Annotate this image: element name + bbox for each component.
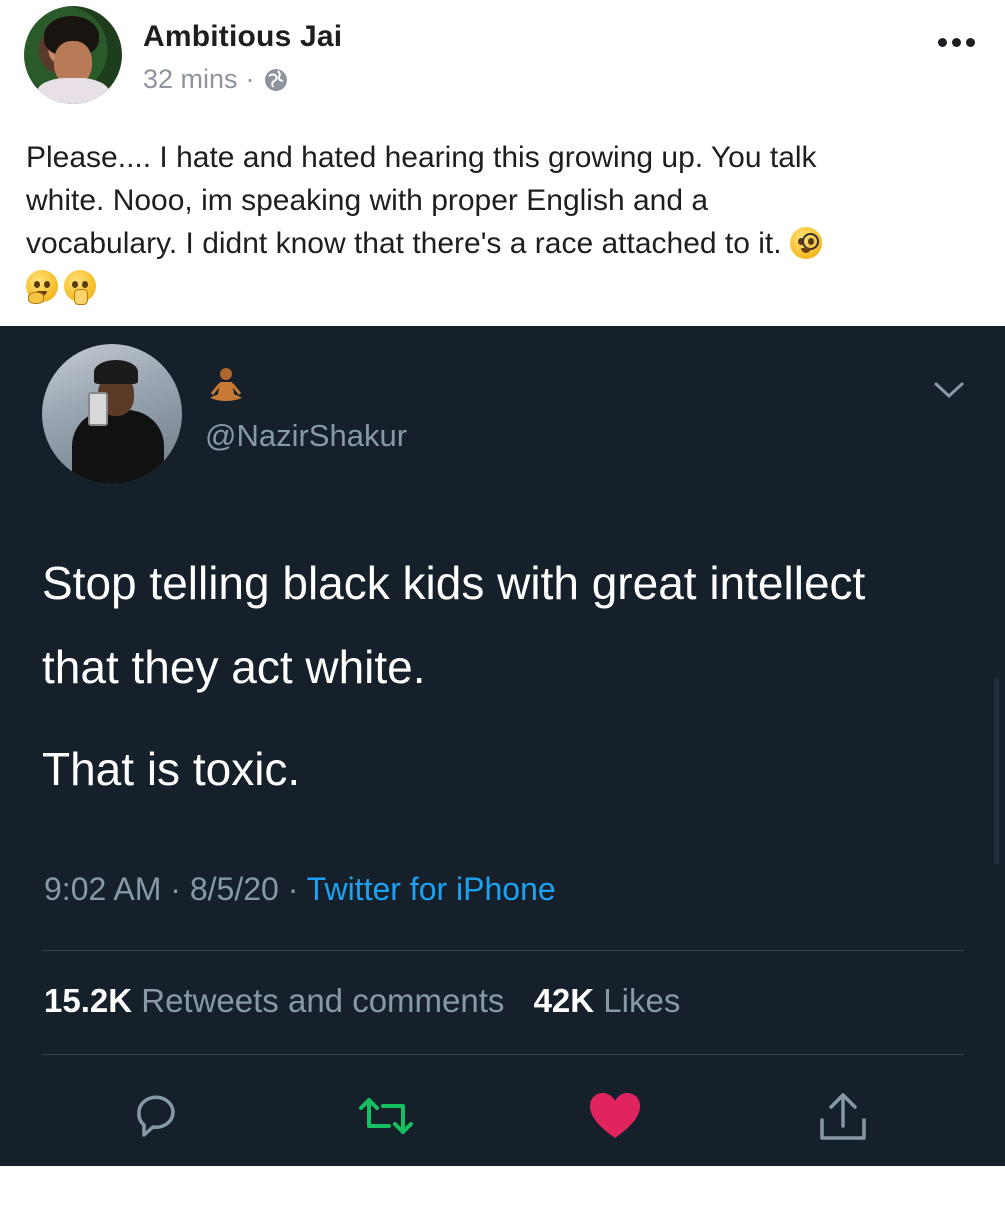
post-text: Please.... I hate and hated hearing this… [26, 136, 966, 308]
reply-icon[interactable] [131, 1092, 181, 1145]
retweets-stat[interactable]: 15.2K Retweets and comments [44, 982, 504, 1019]
tweet-text-para1: Stop telling black kids with great intel… [42, 557, 866, 693]
author-name[interactable]: Ambitious Jai [143, 20, 342, 54]
tweet-text: Stop telling black kids with great intel… [42, 541, 942, 811]
facebook-post: Ambitious Jai 32 mins · Please.... I hat… [0, 0, 1005, 326]
tweet-text-para2: That is toxic. [42, 743, 301, 795]
tweet-screenshot: @NazirShakur Stop telling black kids wit… [0, 326, 1005, 1166]
divider [42, 1054, 964, 1055]
more-options-icon[interactable] [938, 38, 975, 47]
likes-count: 42K [533, 982, 595, 1019]
likes-label: Likes [603, 982, 681, 1019]
tweet-meta: 9:02 AM · 8/5/20 · Twitter for iPhone [44, 871, 556, 908]
meta-separator: · [170, 871, 181, 907]
tweet-source-link[interactable]: Twitter for iPhone [307, 871, 556, 907]
post-text-line3: vocabulary. I didnt know that there's a … [26, 227, 782, 260]
share-icon[interactable] [816, 1092, 870, 1149]
globe-icon [263, 67, 289, 93]
tweet-time: 9:02 AM [44, 871, 162, 907]
post-meta: 32 mins · [143, 64, 289, 95]
tweet-stats: 15.2K Retweets and comments 42K Likes [44, 982, 680, 1020]
retweets-label: Retweets and comments [141, 982, 505, 1019]
post-time[interactable]: 32 mins [143, 64, 238, 95]
scroll-indicator[interactable] [994, 678, 999, 864]
shushing-face-emoji-icon [64, 270, 96, 305]
likes-stat[interactable]: 42K Likes [534, 982, 681, 1019]
retweets-count: 15.2K [44, 982, 133, 1019]
divider [42, 950, 964, 951]
tweet-handle[interactable]: @NazirShakur [205, 418, 407, 454]
retweet-icon[interactable] [355, 1092, 417, 1145]
tweet-avatar[interactable] [42, 344, 182, 484]
face-with-monocle-emoji-icon [789, 227, 822, 259]
author-avatar[interactable] [24, 6, 122, 104]
heart-icon[interactable] [588, 1092, 642, 1147]
meta-separator: · [245, 64, 255, 94]
thinking-face-emoji-icon [26, 270, 58, 304]
tweet-date: 8/5/20 [189, 871, 279, 907]
person-meditating-emoji-icon [206, 366, 246, 411]
post-text-line1: Please.... I hate and hated hearing this… [26, 141, 817, 174]
post-text-line2: white. Nooo, im speaking with proper Eng… [26, 184, 709, 217]
chevron-down-icon[interactable] [933, 380, 965, 405]
meta-separator: · [287, 871, 299, 907]
